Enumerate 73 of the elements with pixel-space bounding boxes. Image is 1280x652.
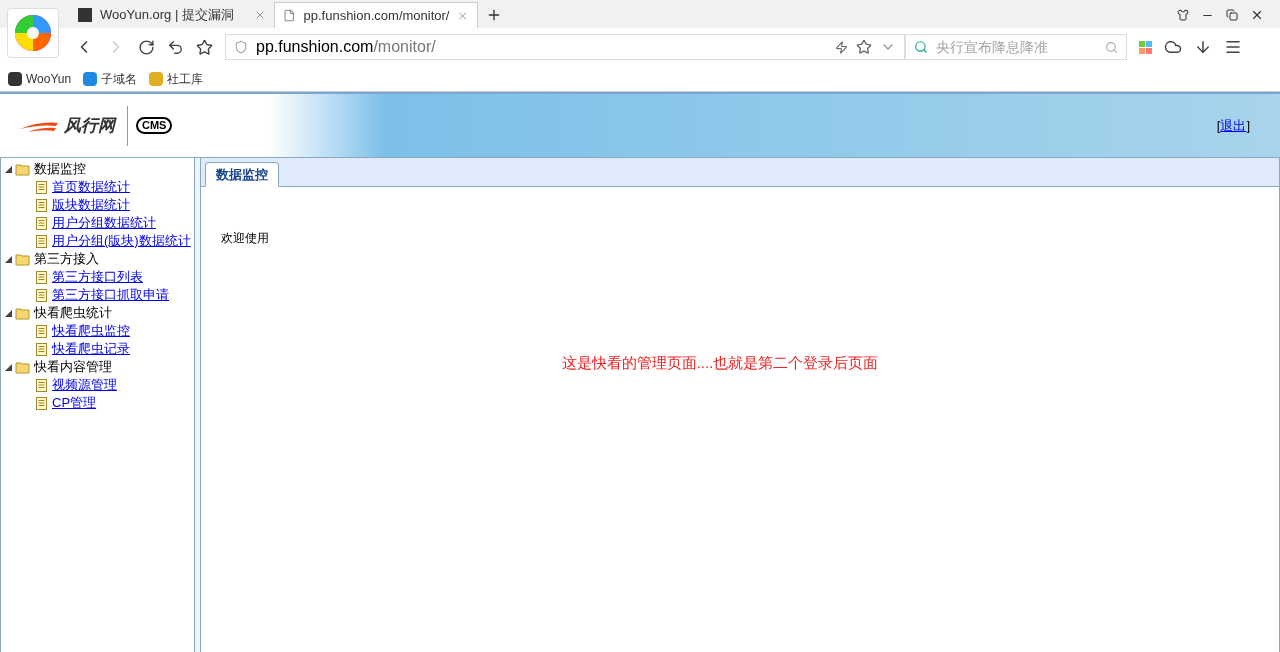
tab-title: pp.funshion.com/monitor/ bbox=[303, 6, 450, 25]
document-icon bbox=[36, 342, 47, 356]
apps-icon[interactable] bbox=[1139, 40, 1152, 54]
tree-group[interactable]: 数据监控 bbox=[1, 160, 194, 178]
group-label: 数据监控 bbox=[34, 160, 86, 178]
annotation-text: 这是快看的管理页面....也就是第二个登录后页面 bbox=[561, 353, 879, 373]
document-icon bbox=[36, 378, 47, 392]
tree-link[interactable]: 第三方接口列表 bbox=[52, 268, 143, 286]
tree-link[interactable]: 第三方接口抓取申请 bbox=[52, 286, 169, 304]
logout-link[interactable]: 退出 bbox=[1220, 115, 1247, 136]
group-label: 第三方接入 bbox=[34, 250, 99, 268]
tree-group[interactable]: 快看爬虫统计 bbox=[1, 304, 194, 322]
menu-icon[interactable] bbox=[1224, 38, 1242, 56]
bookmark-item[interactable]: 社工库 bbox=[149, 69, 204, 88]
tree-link[interactable]: 快看爬虫记录 bbox=[52, 340, 130, 358]
close-icon[interactable] bbox=[1250, 8, 1264, 22]
lightning-icon[interactable] bbox=[835, 40, 848, 54]
tab-title: WooYun.org | 提交漏洞 bbox=[100, 6, 235, 25]
folder-icon bbox=[15, 306, 31, 320]
expand-arrow-icon[interactable] bbox=[5, 165, 12, 173]
site-logo: 风行网 bbox=[20, 105, 128, 146]
document-icon bbox=[36, 180, 47, 194]
folder-icon bbox=[15, 162, 31, 176]
tree-link[interactable]: 快看爬虫监控 bbox=[52, 322, 130, 340]
bookmark-item[interactable]: 子域名 bbox=[83, 69, 138, 88]
browser-tab[interactable]: WooYun.org | 提交漏洞 bbox=[70, 2, 274, 28]
group-label: 快看爬虫统计 bbox=[34, 304, 112, 322]
tree-group[interactable]: 第三方接入 bbox=[1, 250, 194, 268]
star-icon[interactable] bbox=[856, 39, 872, 55]
cloud-icon[interactable] bbox=[1164, 38, 1182, 56]
document-icon bbox=[36, 198, 47, 212]
shield-icon bbox=[234, 40, 248, 54]
tree-link[interactable]: 版块数据统计 bbox=[52, 196, 130, 214]
search-field[interactable]: 央行宣布降息降准 bbox=[936, 36, 1097, 58]
document-icon bbox=[36, 270, 47, 284]
star-icon[interactable] bbox=[196, 38, 213, 56]
cms-logo: CMS bbox=[136, 116, 173, 135]
site-favicon bbox=[78, 8, 92, 22]
tree-link[interactable]: 用户分组(版块)数据统计 bbox=[52, 232, 191, 250]
content-tab[interactable]: 数据监控 bbox=[205, 162, 279, 187]
document-icon bbox=[36, 216, 47, 230]
document-icon bbox=[36, 234, 47, 248]
restore-icon[interactable] bbox=[1226, 9, 1238, 21]
group-label: 快看内容管理 bbox=[34, 358, 112, 376]
expand-arrow-icon[interactable] bbox=[5, 363, 12, 371]
reload-icon[interactable] bbox=[138, 38, 155, 56]
tree-link[interactable]: 用户分组数据统计 bbox=[52, 214, 156, 232]
page-icon bbox=[283, 9, 296, 22]
expand-arrow-icon[interactable] bbox=[5, 309, 12, 317]
url-text: pp.funshion.com/monitor/ bbox=[256, 37, 437, 57]
bracket-text: [ bbox=[1216, 116, 1221, 135]
tree-group[interactable]: 快看内容管理 bbox=[1, 358, 194, 376]
tree-link[interactable]: 视频源管理 bbox=[52, 376, 117, 394]
folder-icon bbox=[15, 252, 31, 266]
search-bar[interactable]: 央行宣布降息降准 bbox=[905, 34, 1127, 60]
bookmark-item[interactable]: WooYun bbox=[8, 69, 72, 88]
download-icon[interactable] bbox=[1194, 38, 1212, 56]
expand-arrow-icon[interactable] bbox=[5, 255, 12, 263]
address-bar[interactable]: pp.funshion.com/monitor/ bbox=[225, 34, 905, 60]
welcome-text: 欢迎使用 bbox=[221, 230, 270, 247]
document-icon bbox=[36, 288, 47, 302]
tree-link[interactable]: 首页数据统计 bbox=[52, 178, 130, 196]
tree-link[interactable]: CP管理 bbox=[52, 394, 97, 412]
document-icon bbox=[36, 396, 47, 410]
search-engine-icon bbox=[914, 40, 928, 54]
folder-icon bbox=[15, 360, 31, 374]
browser-logo[interactable] bbox=[7, 8, 59, 58]
undo-icon[interactable] bbox=[167, 38, 184, 56]
new-tab-icon[interactable] bbox=[486, 7, 502, 23]
document-icon bbox=[36, 324, 47, 338]
bracket-text: ] bbox=[1246, 116, 1250, 135]
shirt-icon[interactable] bbox=[1177, 9, 1189, 21]
browser-tab[interactable]: pp.funshion.com/monitor/ bbox=[274, 2, 478, 28]
